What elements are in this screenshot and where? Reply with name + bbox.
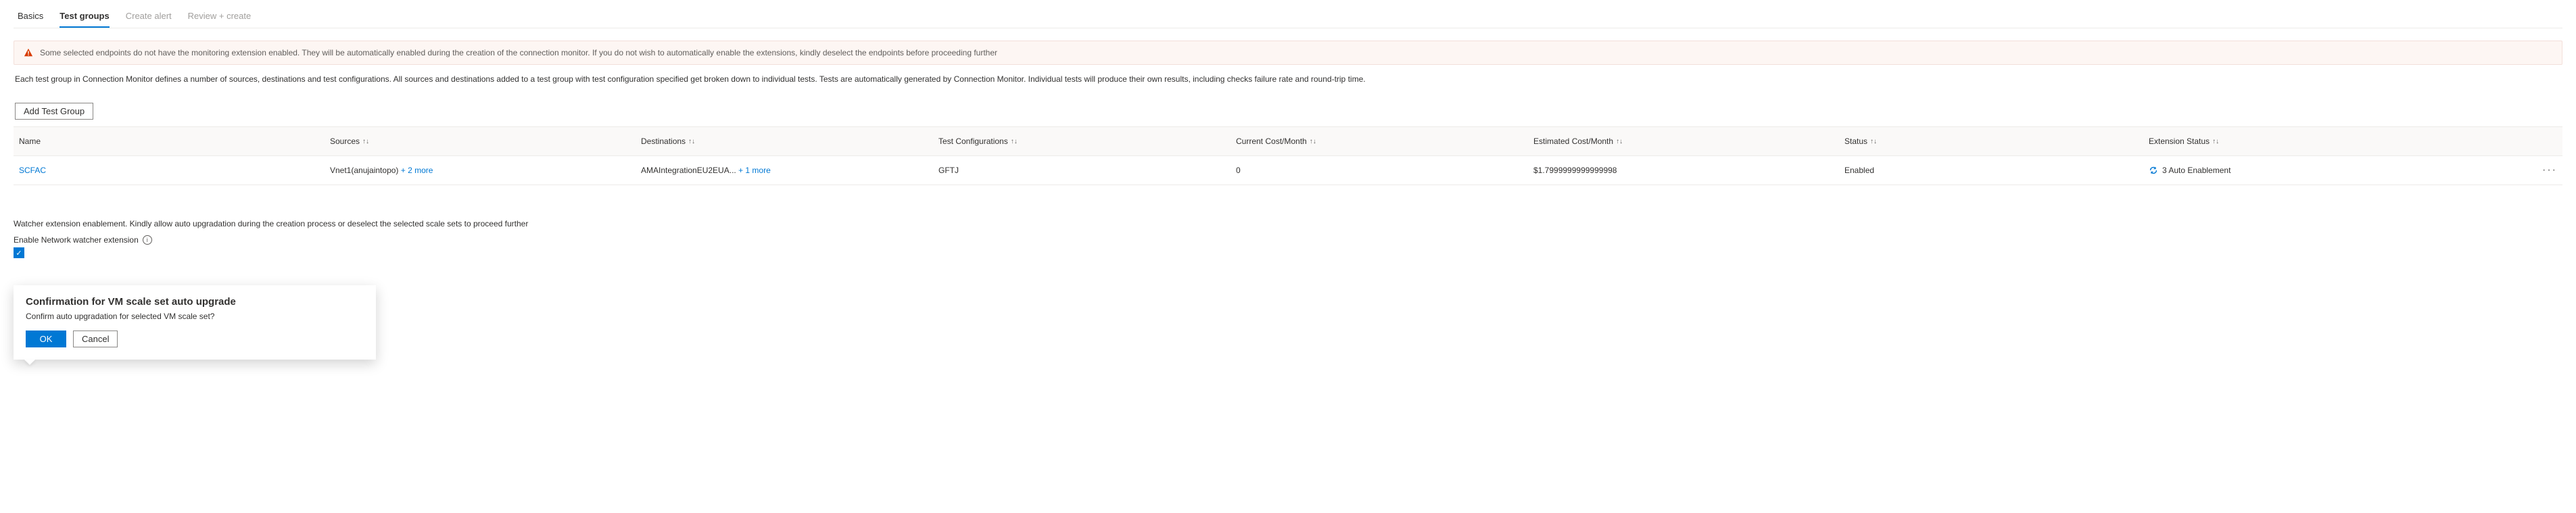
sort-icon: ↑↓ [362,138,369,145]
dialog-body: Confirm auto upgradation for selected VM… [26,312,364,321]
tab-review-create: Review + create [188,7,252,28]
row-ext-status: 3 Auto Enablement [2162,166,2231,175]
col-estimated-cost[interactable]: Estimated Cost/Month ↑↓ [1533,137,1844,146]
row-name-link[interactable]: SCFAC [19,166,46,175]
row-actions-menu[interactable]: ··· [2517,164,2557,176]
info-icon[interactable]: i [143,235,152,245]
col-name[interactable]: Name [19,137,330,146]
col-status-label: Status [1844,137,1867,146]
table-header-row: Name Sources ↑↓ Destinations ↑↓ Test Con… [14,127,2562,156]
test-group-table: Name Sources ↑↓ Destinations ↑↓ Test Con… [14,126,2562,185]
row-testcfg: GFTJ [938,166,1236,175]
col-dest-label: Destinations [641,137,686,146]
warning-icon [24,48,33,57]
add-test-group-button[interactable]: Add Test Group [15,103,93,120]
col-status[interactable]: Status ↑↓ [1844,137,2149,146]
row-sources-more-link[interactable]: + 2 more [401,166,433,175]
sort-icon: ↑↓ [688,138,695,145]
tab-test-groups[interactable]: Test groups [59,7,109,28]
dialog-cancel-button[interactable]: Cancel [73,331,118,347]
col-sources-label: Sources [330,137,360,146]
col-destinations[interactable]: Destinations ↑↓ [641,137,938,146]
dialog-ok-button[interactable]: OK [26,331,66,347]
sync-icon [2149,166,2158,175]
col-extstatus-label: Extension Status [2149,137,2210,146]
row-status: Enabled [1844,166,2149,175]
sort-icon: ↑↓ [1310,138,1316,145]
table-row: SCFAC Vnet1(anujaintopo) + 2 more AMAInt… [14,156,2562,185]
col-test-configurations[interactable]: Test Configurations ↑↓ [938,137,1236,146]
dialog-title: Confirmation for VM scale set auto upgra… [26,296,364,308]
tabs-bar: Basics Test groups Create alert Review +… [14,7,2562,28]
row-estimated-cost: $1.7999999999999998 [1533,166,1844,175]
tab-basics[interactable]: Basics [18,7,43,28]
col-current-label: Current Cost/Month [1236,137,1307,146]
sort-icon: ↑↓ [2212,138,2219,145]
col-estimated-label: Estimated Cost/Month [1533,137,1613,146]
confirm-dialog: Confirmation for VM scale set auto upgra… [14,285,376,360]
warning-text: Some selected endpoints do not have the … [40,48,997,57]
scale-set-message: Watcher extension enablement. Kindly all… [14,219,2562,228]
enable-extension-label: Enable Network watcher extension [14,235,139,245]
sort-icon: ↑↓ [1011,138,1018,145]
col-current-cost[interactable]: Current Cost/Month ↑↓ [1236,137,1533,146]
page-description: Each test group in Connection Monitor de… [14,74,2562,84]
row-current-cost: 0 [1236,166,1533,175]
row-sources-main: Vnet1(anujaintopo) [330,166,398,175]
row-dest-main: AMAIntegrationEU2EUA... [641,166,736,175]
tab-create-alert: Create alert [126,7,172,28]
row-dest-more-link[interactable]: + 1 more [738,166,771,175]
col-testcfg-label: Test Configurations [938,137,1008,146]
enable-extension-checkbox[interactable]: ✓ [14,247,24,258]
sort-icon: ↑↓ [1870,138,1877,145]
col-sources[interactable]: Sources ↑↓ [330,137,641,146]
col-extension-status[interactable]: Extension Status ↑↓ [2149,137,2517,146]
sort-icon: ↑↓ [1616,138,1623,145]
warning-infobar: Some selected endpoints do not have the … [14,41,2562,65]
col-name-label: Name [19,137,41,146]
